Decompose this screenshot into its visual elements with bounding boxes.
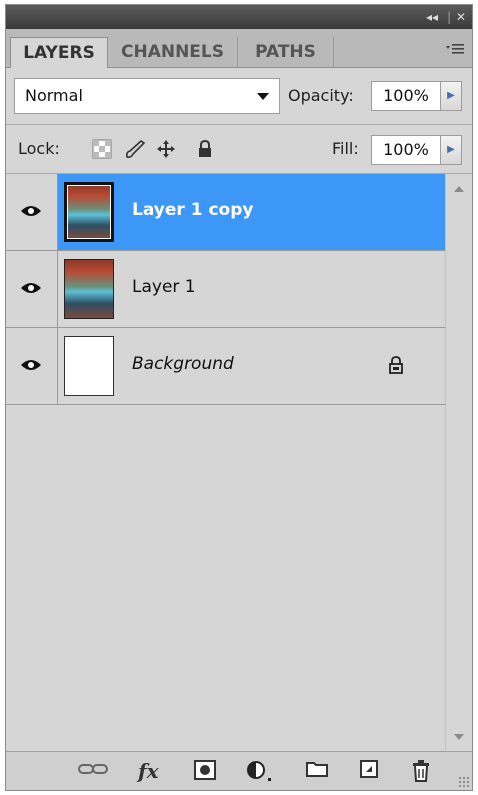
fill-label: Fill: bbox=[332, 139, 359, 158]
new-layer-icon[interactable] bbox=[360, 760, 378, 782]
visibility-toggle[interactable] bbox=[6, 174, 58, 250]
close-icon[interactable]: ✕ bbox=[456, 9, 466, 25]
fill-input[interactable]: 100% bbox=[371, 135, 441, 165]
titlebar-separator: | bbox=[447, 10, 452, 24]
chevron-down-icon bbox=[257, 93, 269, 100]
lock-all-icon[interactable] bbox=[196, 139, 216, 159]
lock-image-pixels-icon[interactable] bbox=[124, 139, 146, 159]
blend-opacity-row: Normal Opacity: 100% ▶ bbox=[6, 68, 472, 124]
lock-fill-row: Lock: Fill: 100% ▶ bbox=[6, 125, 472, 173]
add-mask-icon[interactable] bbox=[194, 760, 216, 782]
layer-row-layer-1[interactable]: Layer 1 bbox=[6, 251, 446, 328]
layer-name[interactable]: Background bbox=[132, 354, 234, 374]
layer-thumbnail[interactable] bbox=[64, 259, 114, 319]
fill-slider-button[interactable]: ▶ bbox=[440, 135, 462, 165]
layers-scrollbar[interactable] bbox=[445, 174, 472, 754]
delete-layer-icon[interactable] bbox=[412, 760, 430, 782]
adjustment-layer-icon[interactable] bbox=[246, 760, 272, 782]
tab-paths[interactable]: PATHS bbox=[238, 37, 334, 67]
scroll-down-icon[interactable] bbox=[454, 734, 464, 740]
panel-tabs: LAYERS CHANNELS PATHS bbox=[6, 29, 472, 68]
blend-mode-value: Normal bbox=[25, 86, 83, 105]
scroll-up-icon[interactable] bbox=[454, 186, 464, 192]
layer-thumbnail[interactable] bbox=[64, 336, 114, 396]
lock-transparent-pixels-icon[interactable] bbox=[92, 139, 112, 159]
eye-icon bbox=[21, 360, 41, 370]
lock-label: Lock: bbox=[18, 139, 60, 158]
opacity-input[interactable]: 100% bbox=[371, 81, 441, 111]
collapse-icon[interactable]: ◂◂ bbox=[426, 9, 438, 25]
layer-name[interactable]: Layer 1 bbox=[132, 277, 196, 297]
resize-grip[interactable] bbox=[458, 776, 470, 788]
opacity-slider-button[interactable]: ▶ bbox=[440, 81, 462, 111]
opacity-label: Opacity: bbox=[288, 86, 354, 105]
eye-icon bbox=[21, 283, 41, 293]
layer-lock-icon bbox=[388, 356, 404, 378]
fx-layer-style-icon[interactable]: fx bbox=[138, 760, 159, 782]
layers-panel: ◂◂ | ✕ LAYERS CHANNELS PATHS Normal Opac… bbox=[5, 4, 473, 791]
link-layers-icon[interactable] bbox=[78, 760, 108, 782]
lock-position-icon[interactable] bbox=[156, 139, 176, 159]
panel-menu-icon[interactable] bbox=[446, 43, 464, 59]
layer-thumbnail[interactable] bbox=[64, 182, 114, 242]
layer-row-background[interactable]: Background bbox=[6, 328, 446, 405]
layer-name[interactable]: Layer 1 copy bbox=[132, 200, 253, 220]
blend-mode-select[interactable]: Normal bbox=[14, 78, 280, 114]
layers-bottom-toolbar: fx bbox=[6, 751, 472, 790]
new-group-icon[interactable] bbox=[306, 760, 328, 782]
eye-icon bbox=[21, 206, 41, 216]
tab-channels[interactable]: CHANNELS bbox=[108, 37, 238, 67]
tab-layers[interactable]: LAYERS bbox=[10, 37, 108, 68]
layer-row-layer-1-copy[interactable]: Layer 1 copy bbox=[6, 174, 446, 251]
panel-titlebar: ◂◂ | ✕ bbox=[6, 5, 472, 29]
visibility-toggle[interactable] bbox=[6, 251, 58, 327]
visibility-toggle[interactable] bbox=[6, 328, 58, 404]
